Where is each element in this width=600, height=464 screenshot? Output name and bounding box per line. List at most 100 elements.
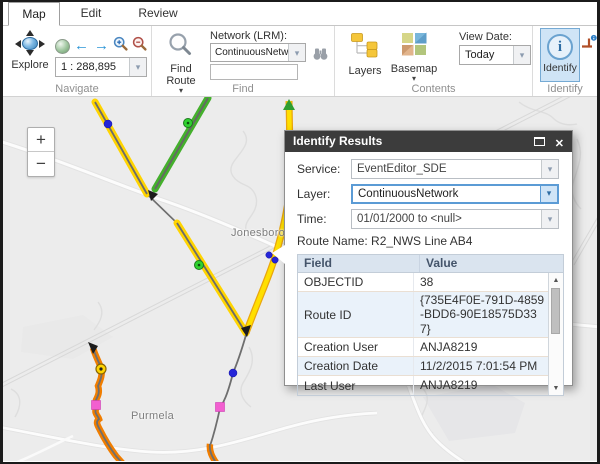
- previous-extent-button[interactable]: ←: [73, 38, 90, 54]
- basemap-icon: [401, 32, 427, 56]
- attributes-table: Field Value OBJECTID 38 Route ID {735E4F…: [297, 254, 564, 396]
- tab-map[interactable]: Map: [8, 2, 60, 26]
- next-extent-button[interactable]: →: [93, 38, 110, 54]
- find-route-magnifier-icon: [168, 32, 194, 58]
- time-label: Time:: [297, 212, 351, 226]
- view-date-combobox[interactable]: Today ▾: [459, 45, 531, 65]
- panel-callout-pointer: [272, 245, 285, 264]
- route-search-input[interactable]: [210, 64, 298, 80]
- basemap-button[interactable]: Basemap ▾: [389, 32, 439, 83]
- table-header-row: Field Value: [298, 255, 563, 273]
- group-label-find: Find: [152, 83, 334, 95]
- identify-icon: i: [547, 34, 573, 60]
- view-date-value: Today: [465, 46, 494, 64]
- place-label-jonesboro: Jonesboro: [231, 227, 285, 239]
- network-dropdown-arrow[interactable]: ▾: [288, 44, 305, 61]
- panel-body: Service: EventEditor_SDE ▾ Layer: Contin…: [285, 152, 572, 396]
- identify-button[interactable]: i Identify: [540, 28, 580, 82]
- zoom-in-icon[interactable]: [113, 36, 129, 57]
- table-row: OBJECTID 38: [298, 273, 548, 292]
- layer-dropdown-arrow[interactable]: ▾: [540, 186, 557, 202]
- service-value: EventEditor_SDE: [357, 160, 447, 178]
- field-column-header: Field: [298, 255, 420, 272]
- field-cell: Route ID: [298, 292, 414, 337]
- yellow-ring-marker: [96, 364, 106, 374]
- zoom-out-icon[interactable]: [132, 36, 148, 57]
- value-cell: {735E4F0E-791D-4859-BDD6-90E18575D337}: [414, 292, 548, 337]
- group-identify: i Identify Identify: [533, 26, 597, 96]
- group-navigate: Explore ← → 1 : 288,895 ▾ Navigate: [3, 26, 152, 96]
- scroll-down-icon[interactable]: ▼: [549, 385, 563, 392]
- group-contents: Layers Basemap ▾ View Date: Today ▾ C: [335, 26, 533, 96]
- layer-combobox[interactable]: ContinuousNetwork ▾: [351, 184, 559, 204]
- value-cell: 11/2/2015 7:01:54 PM: [414, 358, 548, 374]
- full-extent-globe-icon[interactable]: [55, 39, 70, 54]
- service-combobox[interactable]: EventEditor_SDE ▾: [351, 159, 559, 179]
- find-route-label-1: Find: [160, 63, 202, 75]
- route-name-label: Route Name:: [297, 234, 368, 248]
- value-cell: ANJA8219: [414, 377, 548, 393]
- explore-button[interactable]: Explore: [7, 30, 53, 71]
- field-cell: Creation Date: [298, 357, 414, 375]
- service-label: Service:: [297, 162, 351, 176]
- map-zoom-control: + −: [27, 127, 55, 177]
- scroll-up-icon[interactable]: ▲: [549, 277, 563, 284]
- tab-edit[interactable]: Edit: [60, 2, 122, 25]
- layer-value: ContinuousNetwork: [358, 186, 458, 202]
- panel-title: Identify Results: [293, 134, 382, 148]
- table-row: Last User ANJA8219: [298, 376, 548, 395]
- ribbon: Explore ← → 1 : 288,895 ▾ Navigate Find …: [3, 26, 597, 97]
- table-row: Creation User ANJA8219: [298, 338, 548, 357]
- value-column-header: Value: [420, 255, 563, 272]
- basemap-dropdown-caret[interactable]: ▾: [389, 75, 439, 83]
- route-name-value: R2_NWS Line AB4: [371, 234, 472, 248]
- group-label-contents: Contents: [335, 83, 532, 95]
- map-scale-value: 1 : 288,895: [61, 58, 116, 76]
- layers-label: Layers: [345, 65, 385, 77]
- time-value: 01/01/2000 to <null>: [357, 210, 462, 228]
- field-cell: Creation User: [298, 338, 414, 356]
- table-row: Route ID {735E4F0E-791D-4859-BDD6-90E185…: [298, 292, 548, 338]
- route-green[interactable]: [155, 98, 208, 189]
- network-lrm-label: Network (LRM):: [210, 30, 287, 42]
- layers-icon: [350, 32, 380, 58]
- table-row: Creation Date 11/2/2015 7:01:54 PM: [298, 357, 548, 376]
- identify-route-location-icon[interactable]: [580, 34, 597, 55]
- close-icon[interactable]: ✕: [555, 134, 564, 155]
- table-scrollbar[interactable]: ▲ ▼: [548, 273, 563, 395]
- network-combobox[interactable]: ContinuousNetwork ▾: [210, 43, 306, 62]
- route-yellow-selected[interactable]: [95, 102, 246, 333]
- place-label-purmela: Purmela: [131, 410, 174, 422]
- service-dropdown-arrow[interactable]: ▾: [541, 160, 558, 178]
- scale-dropdown-arrow[interactable]: ▾: [129, 58, 146, 76]
- value-cell: 38: [414, 274, 548, 290]
- scrollbar-thumb[interactable]: [551, 288, 560, 334]
- identify-results-panel: Identify Results ✕ Service: EventEditor_…: [284, 130, 573, 386]
- field-cell: Last User: [298, 376, 414, 395]
- navigate-icon-row: ← →: [55, 37, 148, 55]
- time-dropdown-arrow[interactable]: ▾: [541, 210, 558, 228]
- binoculars-icon[interactable]: [312, 45, 329, 66]
- route-name-row: Route Name: R2_NWS Line AB4: [297, 234, 559, 248]
- maximize-icon[interactable]: [534, 137, 545, 146]
- event-editor-window: Map Edit Review Explore ← → 1 : 288,8: [0, 0, 600, 464]
- zoom-out-button[interactable]: −: [28, 152, 54, 176]
- layers-button[interactable]: Layers: [345, 32, 385, 77]
- green-direction-arrow: [283, 99, 295, 110]
- table-rows: OBJECTID 38 Route ID {735E4F0E-791D-4859…: [298, 273, 548, 395]
- explore-icon: [15, 30, 45, 56]
- panel-title-bar[interactable]: Identify Results ✕: [285, 131, 572, 152]
- view-date-dropdown-arrow[interactable]: ▾: [513, 46, 530, 64]
- ribbon-tab-bar: Map Edit Review: [3, 2, 597, 26]
- zoom-in-button[interactable]: +: [28, 128, 54, 152]
- group-find: Find Route ▾ Network (LRM): ContinuousNe…: [152, 26, 335, 96]
- map-viewport[interactable]: Jonesboro Purmela + − Identify Results ✕…: [3, 97, 597, 461]
- app-frame: Map Edit Review Explore ← → 1 : 288,8: [3, 2, 597, 462]
- group-label-navigate: Navigate: [3, 83, 151, 95]
- map-scale-combobox[interactable]: 1 : 288,895 ▾: [55, 57, 147, 77]
- tab-review[interactable]: Review: [122, 2, 194, 25]
- value-cell: ANJA8219: [414, 339, 548, 355]
- time-combobox[interactable]: 01/01/2000 to <null> ▾: [351, 209, 559, 229]
- group-label-identify: Identify: [533, 83, 597, 95]
- layer-label: Layer:: [297, 187, 351, 201]
